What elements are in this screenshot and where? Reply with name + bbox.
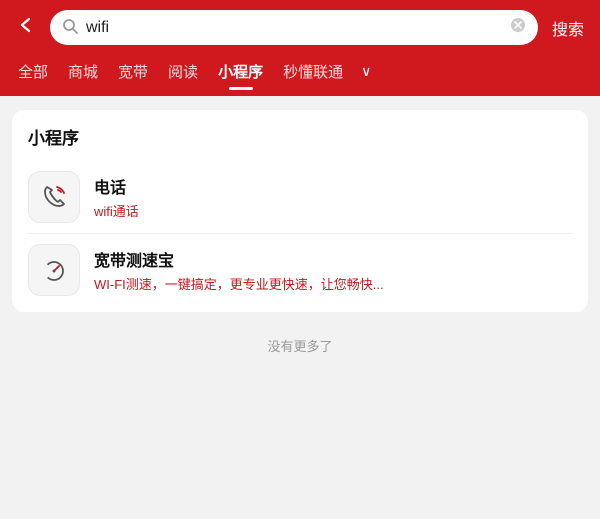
tab-reading[interactable]: 阅读 (158, 55, 208, 88)
tab-quicklearn[interactable]: 秒懂联通 (273, 55, 353, 88)
tab-mall[interactable]: 商城 (58, 55, 108, 88)
phone-item-info: 电话 wifi通话 (94, 174, 572, 220)
search-bar[interactable]: wifi (50, 10, 538, 45)
search-button[interactable]: 搜索 (548, 16, 588, 40)
section-title: 小程序 (28, 124, 572, 149)
miniapp-section: 小程序 电话 wifi通话 (12, 110, 588, 312)
phone-subtitle-keyword: wifi (94, 204, 113, 219)
search-query: wifi (86, 19, 502, 37)
speedtest-item-info: 宽带测速宝 WI-FI测速，一键搞定，更专业更快速，让您畅快... (94, 247, 572, 293)
phone-item-title: 电话 (94, 174, 572, 198)
tab-bar: 全部 商城 宽带 阅读 小程序 秒懂联通 ∨ (0, 55, 600, 96)
speedtest-icon (28, 244, 80, 296)
tab-miniapp[interactable]: 小程序 (208, 55, 273, 88)
phone-icon (28, 171, 80, 223)
search-icon (62, 18, 78, 38)
clear-icon[interactable] (510, 17, 526, 38)
header: wifi 搜索 (0, 0, 600, 55)
tab-more-icon[interactable]: ∨ (355, 57, 377, 86)
tab-broadband[interactable]: 宽带 (108, 55, 158, 88)
speedtest-item-subtitle: WI-FI测速，一键搞定，更专业更快速，让您畅快... (94, 274, 572, 293)
phone-subtitle-text: 通话 (113, 204, 139, 219)
phone-item-subtitle: wifi通话 (94, 201, 572, 220)
back-button[interactable] (12, 15, 40, 41)
list-item[interactable]: 电话 wifi通话 (28, 161, 572, 234)
speedtest-item-title: 宽带测速宝 (94, 247, 572, 271)
tab-all[interactable]: 全部 (8, 55, 58, 88)
no-more-label: 没有更多了 (12, 312, 588, 365)
list-item[interactable]: 宽带测速宝 WI-FI测速，一键搞定，更专业更快速，让您畅快... (28, 234, 572, 306)
content-area: 小程序 电话 wifi通话 (0, 96, 600, 515)
